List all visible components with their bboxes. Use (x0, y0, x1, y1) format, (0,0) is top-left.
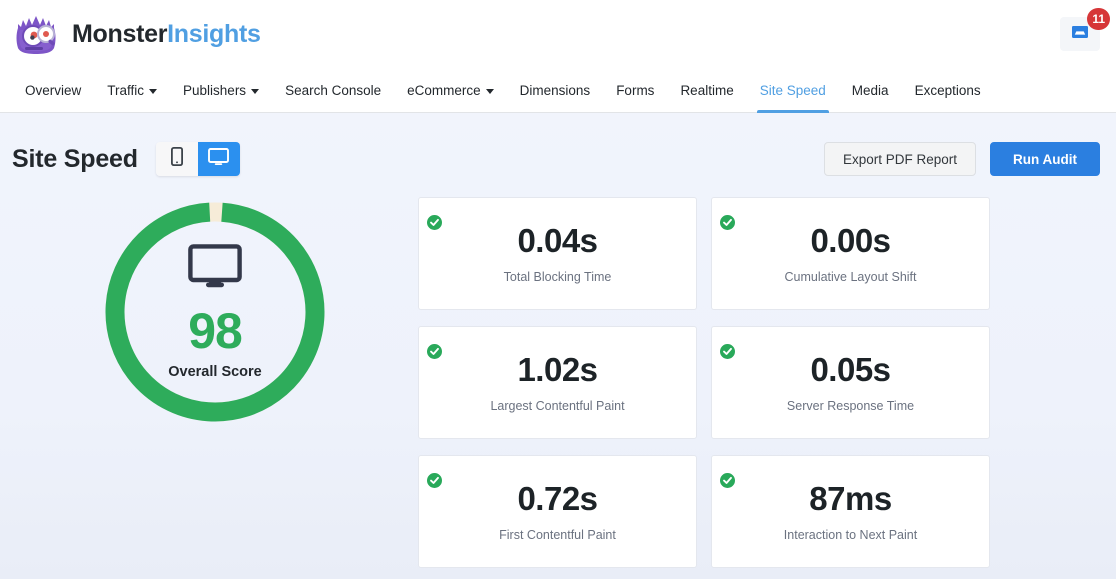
nav-label: Exceptions (915, 83, 981, 98)
metric-label: First Contentful Paint (499, 528, 616, 542)
overall-score-panel: 98 Overall Score (12, 197, 418, 568)
nav-item-ecommerce[interactable]: eCommerce (394, 68, 507, 112)
nav-label: Publishers (183, 83, 246, 98)
top-bar: MonsterInsights 11 (0, 0, 1116, 68)
nav-item-search-console[interactable]: Search Console (272, 68, 394, 112)
main-navigation: Overview Traffic Publishers Search Conso… (0, 68, 1116, 113)
metric-value: 0.72s (517, 482, 597, 515)
export-pdf-report-button[interactable]: Export PDF Report (824, 142, 976, 176)
check-circle-icon (427, 344, 442, 359)
nav-item-forms[interactable]: Forms (603, 68, 667, 112)
metric-label: Total Blocking Time (504, 270, 612, 284)
check-circle-icon (720, 473, 735, 488)
check-circle-icon (720, 215, 735, 230)
brand-wordmark: MonsterInsights (72, 20, 261, 49)
overall-score-value: 98 (188, 306, 242, 356)
metric-card-total-blocking-time[interactable]: 0.04s Total Blocking Time (418, 197, 697, 310)
page-header-actions: Export PDF Report Run Audit (824, 142, 1100, 176)
metric-value: 0.05s (810, 353, 890, 386)
page-title: Site Speed (12, 145, 138, 174)
gauge-center: 98 Overall Score (102, 199, 328, 425)
check-circle-icon (427, 215, 442, 230)
nav-item-realtime[interactable]: Realtime (667, 68, 746, 112)
top-bar-actions: 11 (1060, 17, 1100, 51)
nav-label: Site Speed (760, 83, 826, 98)
brand-name-primary: Monster (72, 20, 167, 48)
notifications-inbox-button[interactable]: 11 (1060, 17, 1100, 51)
chevron-down-icon (149, 89, 157, 94)
metric-value: 87ms (809, 482, 891, 515)
device-toggle-group (156, 142, 240, 176)
brand-logo[interactable]: MonsterInsights (12, 12, 261, 56)
nav-label: Realtime (680, 83, 733, 98)
metric-label: Cumulative Layout Shift (784, 270, 916, 284)
metric-card-cumulative-layout-shift[interactable]: 0.00s Cumulative Layout Shift (711, 197, 990, 310)
metric-label: Server Response Time (787, 399, 914, 413)
nav-label: Dimensions (520, 83, 591, 98)
nav-item-publishers[interactable]: Publishers (170, 68, 272, 112)
check-circle-icon (427, 473, 442, 488)
nav-item-site-speed[interactable]: Site Speed (747, 68, 839, 112)
device-toggle-mobile[interactable] (156, 142, 198, 176)
brand-name-secondary: Insights (167, 20, 260, 48)
nav-label: Media (852, 83, 889, 98)
nav-item-dimensions[interactable]: Dimensions (507, 68, 604, 112)
nav-label: Forms (616, 83, 654, 98)
nav-label: Overview (25, 83, 81, 98)
site-speed-content: 98 Overall Score 0.04s Total Blocking Ti… (0, 183, 1116, 568)
metric-value: 0.00s (810, 224, 890, 257)
overall-score-label: Overall Score (168, 364, 262, 380)
metric-card-server-response-time[interactable]: 0.05s Server Response Time (711, 326, 990, 439)
nav-item-overview[interactable]: Overview (12, 68, 94, 112)
notification-count-badge: 11 (1087, 8, 1110, 30)
chevron-down-icon (486, 89, 494, 94)
nav-label: eCommerce (407, 83, 481, 98)
mobile-phone-icon (171, 147, 183, 171)
metric-value: 1.02s (517, 353, 597, 386)
device-toggle-desktop[interactable] (198, 142, 240, 176)
nav-label: Traffic (107, 83, 144, 98)
metric-label: Interaction to Next Paint (784, 528, 917, 542)
metric-card-interaction-to-next-paint[interactable]: 87ms Interaction to Next Paint (711, 455, 990, 568)
run-audit-button[interactable]: Run Audit (990, 142, 1100, 176)
nav-item-media[interactable]: Media (839, 68, 902, 112)
metric-card-largest-contentful-paint[interactable]: 1.02s Largest Contentful Paint (418, 326, 697, 439)
nav-label: Search Console (285, 83, 381, 98)
chevron-down-icon (251, 89, 259, 94)
site-speed-page: MonsterInsights 11 Overview Traffic (0, 0, 1116, 579)
inbox-icon (1070, 24, 1090, 45)
metric-value: 0.04s (517, 224, 597, 257)
desktop-monitor-icon (208, 148, 229, 171)
metrics-grid: 0.04s Total Blocking Time 0.00s Cumulati… (418, 197, 1104, 568)
metric-label: Largest Contentful Paint (490, 399, 624, 413)
desktop-monitor-icon (188, 244, 242, 290)
page-header: Site Speed Export (0, 113, 1116, 183)
check-circle-icon (720, 344, 735, 359)
overall-score-gauge: 98 Overall Score (102, 199, 328, 425)
nav-item-traffic[interactable]: Traffic (94, 68, 170, 112)
monster-logo-icon (12, 12, 60, 56)
nav-item-exceptions[interactable]: Exceptions (902, 68, 994, 112)
metric-card-first-contentful-paint[interactable]: 0.72s First Contentful Paint (418, 455, 697, 568)
